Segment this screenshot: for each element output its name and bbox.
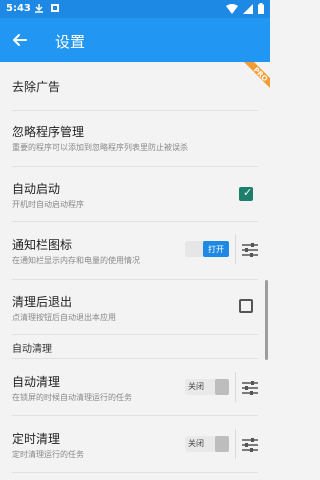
auto-start-item[interactable]: 自动启动 开机时自动启动程序 ✓ (0, 167, 270, 221)
app-bar: 设置 (0, 18, 270, 62)
signal-icon (243, 3, 253, 17)
auto-clean-item[interactable]: 自动清理 在锁屏的时候自动清理运行的任务 关闭 (0, 359, 270, 415)
auto-start-subtitle: 开机时自动启动程序 (12, 200, 84, 209)
notification-icon-item[interactable]: 通知栏图标 在通知栏显示内存和电量的使用情况 打开 (0, 222, 270, 279)
switch-off-label: 关闭 (188, 382, 204, 391)
auto-clean-title: 自动清理 (12, 375, 61, 389)
timed-clean-switch[interactable]: 关闭 (185, 436, 229, 452)
status-time: 5:43 (6, 3, 31, 14)
divider (12, 334, 258, 335)
auto-clean-switch[interactable]: 关闭 (185, 379, 229, 395)
wifi-icon (226, 3, 238, 17)
notification-icon-title: 通知栏图标 (12, 238, 73, 252)
tune-settings-icon[interactable] (241, 437, 259, 453)
ignore-list-item[interactable]: 忽略程序管理 重要的程序可以添加到忽略程序列表里防止被误杀 (0, 111, 270, 166)
auto-clean-subtitle: 在锁屏的时候自动清理运行的任务 (12, 393, 132, 402)
switch-on-label: 打开 (203, 241, 229, 257)
auto-start-checkbox[interactable]: ✓ (239, 186, 253, 201)
exit-after-clean-subtitle: 点清理按钮后自动退出本应用 (12, 313, 116, 322)
timed-clean-subtitle: 定时清理运行的任务 (12, 450, 84, 459)
remove-ads-title: 去除广告 (12, 80, 61, 94)
exit-after-clean-checkbox[interactable] (239, 299, 253, 313)
download-icon (34, 3, 44, 16)
remove-ads-item[interactable]: 去除广告 PRO (0, 62, 270, 110)
timed-clean-item[interactable]: 定时清理 定时清理运行的任务 关闭 (0, 416, 270, 472)
separator (235, 429, 236, 459)
battery-icon (258, 3, 264, 17)
ignore-list-title: 忽略程序管理 (12, 125, 85, 139)
back-arrow-icon[interactable] (10, 30, 30, 50)
notification-icon-subtitle: 在通知栏显示内存和电量的使用情况 (12, 256, 140, 265)
exit-after-clean-title: 清理后退出 (12, 295, 73, 309)
timed-clean-title: 定时清理 (12, 432, 61, 446)
switch-off-label: 关闭 (188, 439, 204, 448)
auto-start-title: 自动启动 (12, 182, 61, 196)
pro-badge: PRO (234, 62, 270, 98)
app-notification-icon (50, 3, 60, 16)
checkmark-icon: ✓ (243, 186, 253, 199)
section-title: 自动清理 (12, 344, 52, 355)
divider (12, 472, 258, 473)
exit-after-clean-item[interactable]: 清理后退出 点清理按钮后自动退出本应用 (0, 280, 270, 334)
separator (235, 234, 236, 264)
tune-settings-icon[interactable] (241, 380, 259, 396)
scrollbar[interactable] (265, 280, 268, 360)
tune-settings-icon[interactable] (241, 242, 259, 258)
notification-icon-switch[interactable]: 打开 (185, 241, 229, 257)
ignore-list-subtitle: 重要的程序可以添加到忽略程序列表里防止被误杀 (12, 143, 188, 152)
settings-list: 去除广告 PRO 忽略程序管理 重要的程序可以添加到忽略程序列表里防止被误杀 自… (0, 62, 270, 480)
status-bar: 5:43 (0, 0, 270, 18)
separator (235, 372, 236, 402)
page-title: 设置 (55, 33, 86, 51)
